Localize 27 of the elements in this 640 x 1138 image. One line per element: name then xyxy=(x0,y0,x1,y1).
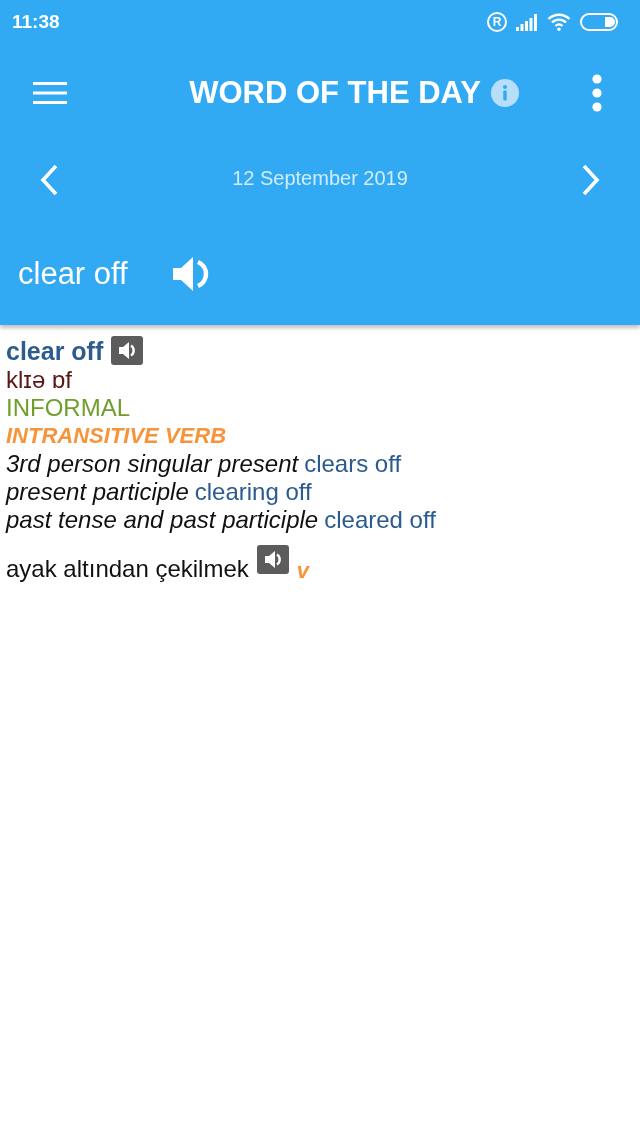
more-options-button[interactable] xyxy=(591,74,603,112)
form-value-link[interactable]: clears off xyxy=(304,450,402,478)
battery-icon xyxy=(580,13,618,31)
translation: ayak altından çekilmek xyxy=(6,555,249,583)
form-value-link[interactable]: clearing off xyxy=(194,478,312,506)
info-icon[interactable] xyxy=(490,79,519,107)
toolbar-title: WORD OF THE DAY xyxy=(189,75,481,111)
menu-button[interactable] xyxy=(33,81,67,105)
form-label: 3rd person singular present xyxy=(6,450,299,478)
speaker-icon[interactable] xyxy=(111,336,144,365)
previous-day-button[interactable] xyxy=(38,163,60,197)
next-day-button[interactable] xyxy=(580,163,602,197)
headword: clear off xyxy=(6,336,104,366)
word-of-day: clear off xyxy=(18,255,128,292)
roaming-indicator: R xyxy=(487,12,507,32)
date-label: 12 September 2019 xyxy=(232,166,408,190)
form-label: past tense and past participle xyxy=(6,506,319,534)
speaker-icon[interactable] xyxy=(256,545,289,574)
translation-part-of-speech: v xyxy=(296,557,310,585)
wifi-icon xyxy=(547,13,571,31)
part-of-speech: INTRANSITIVE VERB xyxy=(6,422,227,450)
signal-icon xyxy=(516,13,538,31)
form-value-link[interactable]: cleared off xyxy=(324,506,436,534)
register-label: INFORMAL xyxy=(6,394,130,422)
form-label: present participle xyxy=(6,478,189,506)
pronunciation: klɪə ɒf xyxy=(6,366,72,394)
status-time: 11:38 xyxy=(12,11,60,33)
